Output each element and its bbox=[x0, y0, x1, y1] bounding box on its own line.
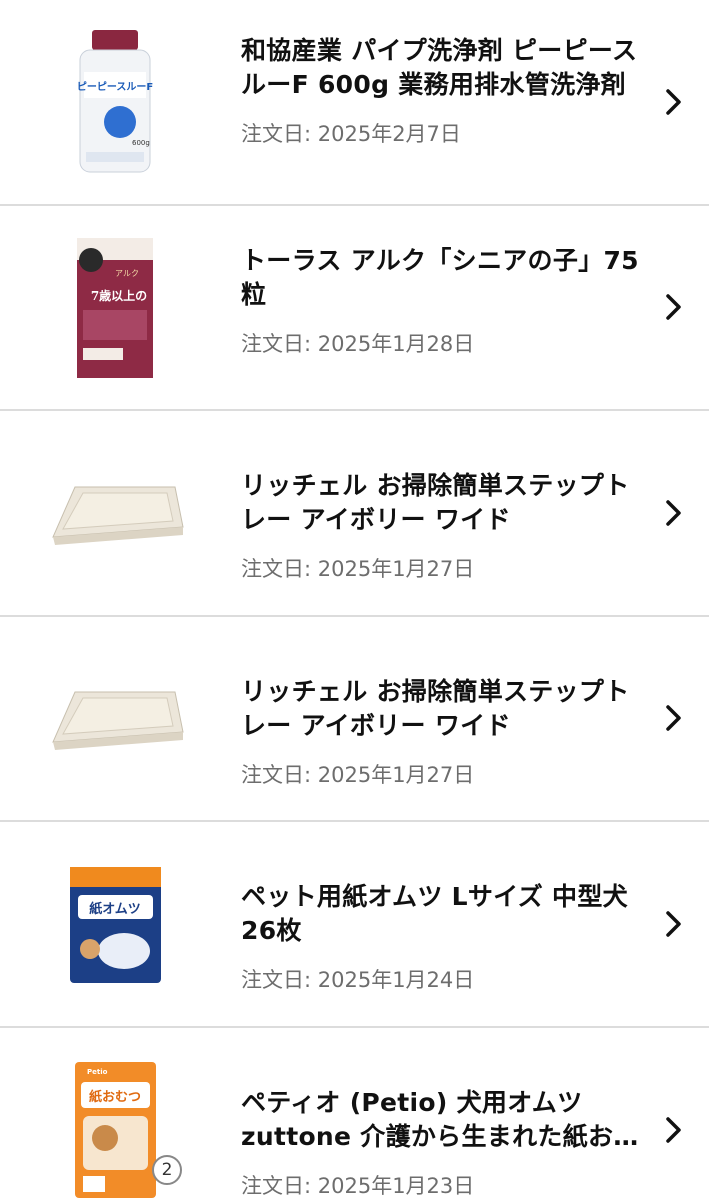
pet-toilet-tray-image bbox=[40, 637, 190, 802]
order-date: 注文日: 2025年1月24日 bbox=[241, 968, 475, 992]
bottle-weight: 600g bbox=[132, 139, 150, 147]
box-headline: 7歳以上の bbox=[91, 288, 147, 303]
order-list: ピーピースルーF 600g 和協産業 パイプ洗浄剤 ピーピースルーF 600g … bbox=[0, 0, 709, 1200]
order-info: ペティオ (Petio) 犬用オムツ zuttone 介護から生まれた紙おむつ … bbox=[241, 1086, 646, 1200]
order-date: 注文日: 2025年1月23日 bbox=[241, 1173, 475, 1198]
bottle-label: ピーピースルーF bbox=[77, 81, 153, 93]
order-info: ペット用紙オムツ Lサイズ 中型犬 26枚 注文日: 2025年1月24日 bbox=[241, 880, 646, 994]
product-title[interactable]: リッチェル お掃除簡単ステップトレー アイボリー ワイド bbox=[241, 675, 646, 743]
product-title[interactable]: リッチェル お掃除簡単ステップトレー アイボリー ワイド bbox=[241, 469, 646, 537]
order-item[interactable]: 紙オムツ ペット用紙オムツ Lサイズ 中型犬 26枚 注文日: 2025年1月2… bbox=[0, 822, 709, 1028]
order-info: リッチェル お掃除簡単ステップトレー アイボリー ワイド 注文日: 2025年1… bbox=[241, 469, 646, 583]
order-date: 注文日: 2025年1月28日 bbox=[241, 331, 475, 356]
chevron-right-icon[interactable] bbox=[663, 498, 683, 528]
product-title[interactable]: ペティオ (Petio) 犬用オムツ zuttone 介護から生まれた紙おむつ bbox=[241, 1086, 646, 1154]
order-info: トーラス アルク「シニアの子」75粒 注文日: 2025年1月28日 bbox=[241, 244, 646, 358]
senior-dog-supplement-box-image: アルク 7歳以上の bbox=[40, 226, 190, 391]
order-date: 注文日: 2025年1月27日 bbox=[241, 762, 475, 787]
quantity-badge: 2 bbox=[152, 1155, 182, 1185]
order-info: リッチェル お掃除簡単ステップトレー アイボリー ワイド 注文日: 2025年1… bbox=[241, 675, 646, 789]
chevron-right-icon[interactable] bbox=[663, 1115, 683, 1145]
pipe-cleaner-bottle-image: ピーピースルーF 600g bbox=[40, 20, 190, 185]
order-item[interactable]: ピーピースルーF 600g 和協産業 パイプ洗浄剤 ピーピースルーF 600g … bbox=[0, 0, 709, 206]
pet-diaper-pack-image: 紙オムツ bbox=[40, 842, 190, 1007]
order-item[interactable]: リッチェル お掃除簡単ステップトレー アイボリー ワイド 注文日: 2025年1… bbox=[0, 411, 709, 617]
product-title[interactable]: 和協産業 パイプ洗浄剤 ピーピースルーF 600g 業務用排水管洗浄剤 bbox=[241, 34, 646, 102]
pack-brand: Petio bbox=[87, 1068, 108, 1076]
chevron-right-icon[interactable] bbox=[663, 909, 683, 939]
order-info: 和協産業 パイプ洗浄剤 ピーピースルーF 600g 業務用排水管洗浄剤 注文日:… bbox=[241, 34, 646, 148]
chevron-right-icon[interactable] bbox=[663, 292, 683, 322]
chevron-right-icon[interactable] bbox=[663, 703, 683, 733]
order-item[interactable]: Petio 紙おむつ ペティオ (Petio) 犬用オムツ zuttone 介護… bbox=[0, 1028, 709, 1200]
pet-toilet-tray-image bbox=[40, 431, 190, 596]
pack-label: 紙おむつ bbox=[88, 1089, 140, 1105]
chevron-right-icon[interactable] bbox=[663, 87, 683, 117]
box-brand: アルク bbox=[115, 269, 139, 278]
order-date: 注文日: 2025年1月27日 bbox=[241, 557, 475, 581]
order-date: 注文日: 2025年2月7日 bbox=[241, 122, 461, 146]
order-item[interactable]: アルク 7歳以上の トーラス アルク「シニアの子」75粒 注文日: 2025年1… bbox=[0, 206, 709, 411]
product-title[interactable]: トーラス アルク「シニアの子」75粒 bbox=[241, 244, 646, 312]
product-title[interactable]: ペット用紙オムツ Lサイズ 中型犬 26枚 bbox=[241, 880, 646, 948]
pack-label: 紙オムツ bbox=[89, 901, 141, 917]
order-item[interactable]: リッチェル お掃除簡単ステップトレー アイボリー ワイド 注文日: 2025年1… bbox=[0, 617, 709, 822]
